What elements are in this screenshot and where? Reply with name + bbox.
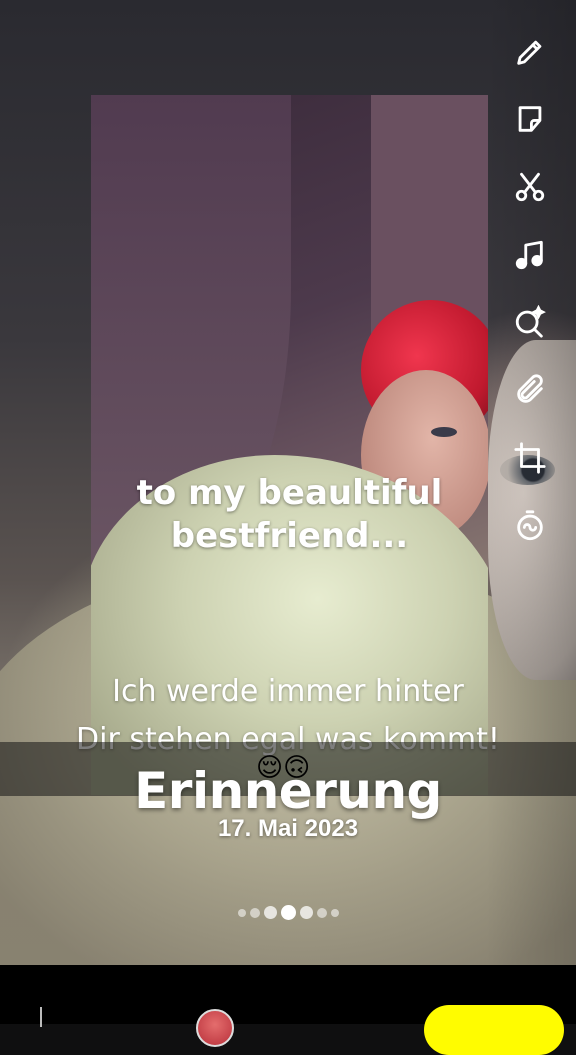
page-dot-active	[280, 905, 296, 920]
memory-date: 17. Mai 2023	[217, 815, 359, 842]
bottom-divider	[40, 1007, 42, 1027]
inner-eye	[431, 427, 457, 437]
overlay-caption-line1: to my beaultiful	[136, 473, 443, 513]
sticker-icon[interactable]	[510, 99, 550, 139]
message-caption-line1: Ich werde immer hinter	[112, 674, 464, 709]
crop-icon[interactable]	[510, 438, 550, 478]
timer-icon[interactable]	[510, 506, 550, 546]
page-indicator	[0, 905, 576, 920]
page-dot	[299, 906, 313, 919]
page-dot	[263, 906, 277, 919]
paperclip-icon[interactable]	[510, 370, 550, 410]
page-dot	[316, 907, 327, 918]
bottom-bar	[0, 965, 576, 1055]
avatar[interactable]	[196, 1009, 234, 1047]
overlay-caption: to my beaultiful bestfriend...	[91, 472, 488, 558]
overlay-caption-line2: bestfriend...	[170, 516, 409, 556]
scissors-icon[interactable]	[510, 167, 550, 207]
pencil-icon[interactable]	[510, 32, 550, 72]
music-note-icon[interactable]	[510, 235, 550, 275]
page-dot	[237, 908, 246, 917]
lens-search-icon[interactable]	[510, 302, 550, 342]
page-dot	[249, 907, 260, 918]
page-dot	[330, 908, 339, 917]
send-button[interactable]	[424, 1005, 564, 1055]
